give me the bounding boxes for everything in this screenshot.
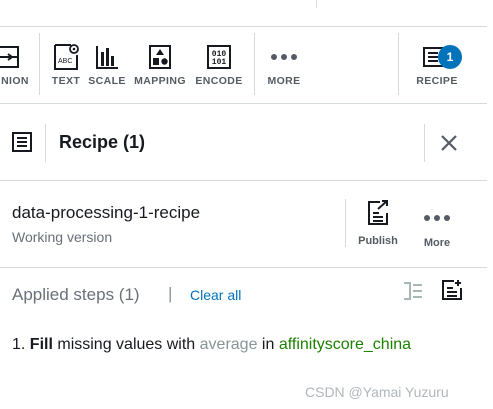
recipe-count-badge: 1 <box>438 45 462 69</box>
separator: | <box>168 284 173 303</box>
step-text: missing values with <box>57 336 196 353</box>
clear-all-link[interactable]: Clear all <box>190 287 241 303</box>
publish-button[interactable]: Publish <box>352 199 404 247</box>
encode-button[interactable]: 010 101 ENCODE <box>194 41 244 101</box>
divider <box>39 33 40 95</box>
more-label: More <box>423 237 451 249</box>
divider <box>254 33 255 95</box>
panel-title: Recipe (1) <box>59 132 146 152</box>
recipe-info: data-processing-1-recipe Working version… <box>0 181 487 268</box>
recipe-label: RECIPE <box>416 75 458 87</box>
recipe-panel-header: Recipe (1) <box>0 104 487 181</box>
encode-label: ENCODE <box>195 75 243 87</box>
applied-steps-title: Applied steps (1) <box>12 285 140 304</box>
mapping-button[interactable]: MAPPING <box>132 41 188 101</box>
step-index: 1. <box>12 336 26 353</box>
publish-icon <box>366 200 390 231</box>
collapse-steps-icon[interactable] <box>402 280 424 307</box>
divider <box>398 33 399 95</box>
scale-button[interactable]: SCALE <box>88 41 126 101</box>
close-icon[interactable] <box>440 134 458 157</box>
divider <box>316 0 317 8</box>
step-text: in <box>261 336 275 353</box>
toolbar: NION ABC TEXT SCALE MAPPING 010 101 ENCOD… <box>0 27 487 104</box>
text-icon: ABC <box>48 41 84 73</box>
svg-text:101: 101 <box>212 58 227 67</box>
text-label: TEXT <box>51 75 81 87</box>
mapping-label: MAPPING <box>134 75 186 87</box>
scale-label: SCALE <box>88 75 126 87</box>
divider <box>345 199 346 247</box>
add-step-icon[interactable] <box>441 279 463 306</box>
step-column: affinityscore_china <box>278 336 412 353</box>
step-method: average <box>199 336 258 353</box>
applied-steps-header: Applied steps (1) | Clear all <box>0 268 487 324</box>
recipe-icon <box>12 132 32 157</box>
watermark: CSDN @Yamai Yuzuru <box>305 384 449 400</box>
top-strip <box>0 0 487 27</box>
more-icon <box>423 209 451 226</box>
scale-icon <box>88 41 126 73</box>
divider <box>45 124 46 162</box>
mapping-icon <box>132 41 188 73</box>
recipe-more-button[interactable]: More <box>414 209 460 249</box>
encode-icon: 010 101 <box>194 41 244 73</box>
publish-label: Publish <box>358 235 398 247</box>
more-button[interactable]: MORE <box>264 41 304 101</box>
divider <box>424 124 425 162</box>
union-icon <box>0 41 30 73</box>
union-button[interactable]: NION <box>0 41 30 101</box>
more-label: MORE <box>267 75 301 87</box>
union-label: NION <box>1 75 29 87</box>
recipe-version: Working version <box>12 229 113 245</box>
step-action: Fill <box>29 336 53 353</box>
svg-text:ABC: ABC <box>58 58 72 65</box>
applied-step-item[interactable]: 1. Fill missing values with average in a… <box>12 336 411 354</box>
more-icon <box>264 41 304 73</box>
text-button[interactable]: ABC TEXT <box>48 41 84 101</box>
recipe-name: data-processing-1-recipe <box>12 203 201 222</box>
